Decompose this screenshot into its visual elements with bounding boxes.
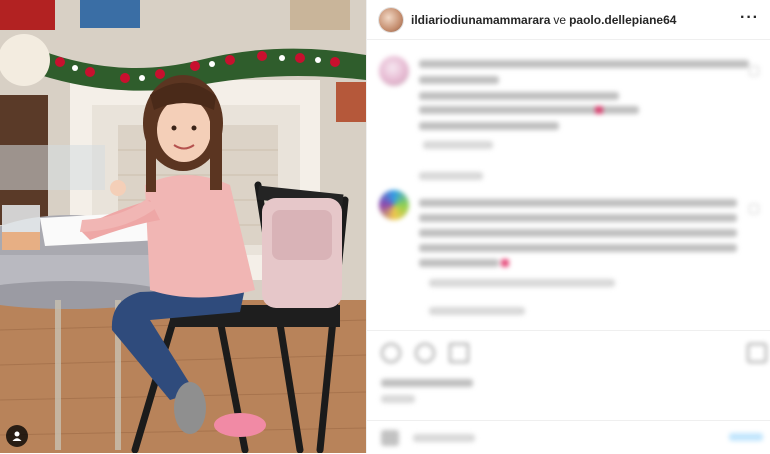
- user-tag-icon[interactable]: [6, 425, 28, 447]
- post-comment-button[interactable]: [729, 433, 763, 441]
- post-header: ildiariodiunamammarara ve paolo.dellepiane…: [367, 0, 770, 40]
- post-side-panel: ildiariodiunamammarara ve paolo.dellepiane…: [366, 0, 770, 453]
- comment-avatar[interactable]: [379, 190, 409, 220]
- comment-icon[interactable]: [415, 343, 435, 363]
- more-horizontal-icon[interactable]: ···: [740, 10, 759, 26]
- bookmark-icon[interactable]: [747, 343, 767, 363]
- heart-icon[interactable]: [381, 343, 401, 363]
- author-avatar[interactable]: [379, 8, 403, 32]
- collaborator-username[interactable]: paolo.dellepiane64: [569, 13, 676, 27]
- author-username[interactable]: ildiariodiunamammarara: [411, 13, 550, 27]
- person-icon: [12, 431, 22, 441]
- comment-avatar[interactable]: [379, 56, 409, 86]
- post-action-bar: [367, 330, 770, 403]
- comment-like-icon[interactable]: [749, 66, 759, 76]
- emoji-icon[interactable]: [381, 430, 399, 446]
- connector-text: ve: [553, 13, 567, 27]
- instagram-post-view: ildiariodiunamammarara ve paolo.dellepiane…: [0, 0, 770, 453]
- comment-like-icon[interactable]: [749, 204, 759, 214]
- add-comment-bar: [367, 420, 770, 454]
- post-author-line: ildiariodiunamammarara ve paolo.dellepiane…: [411, 13, 676, 27]
- share-icon[interactable]: [449, 343, 469, 363]
- girl-at-table-photo: [0, 0, 366, 453]
- post-photo[interactable]: [0, 0, 366, 453]
